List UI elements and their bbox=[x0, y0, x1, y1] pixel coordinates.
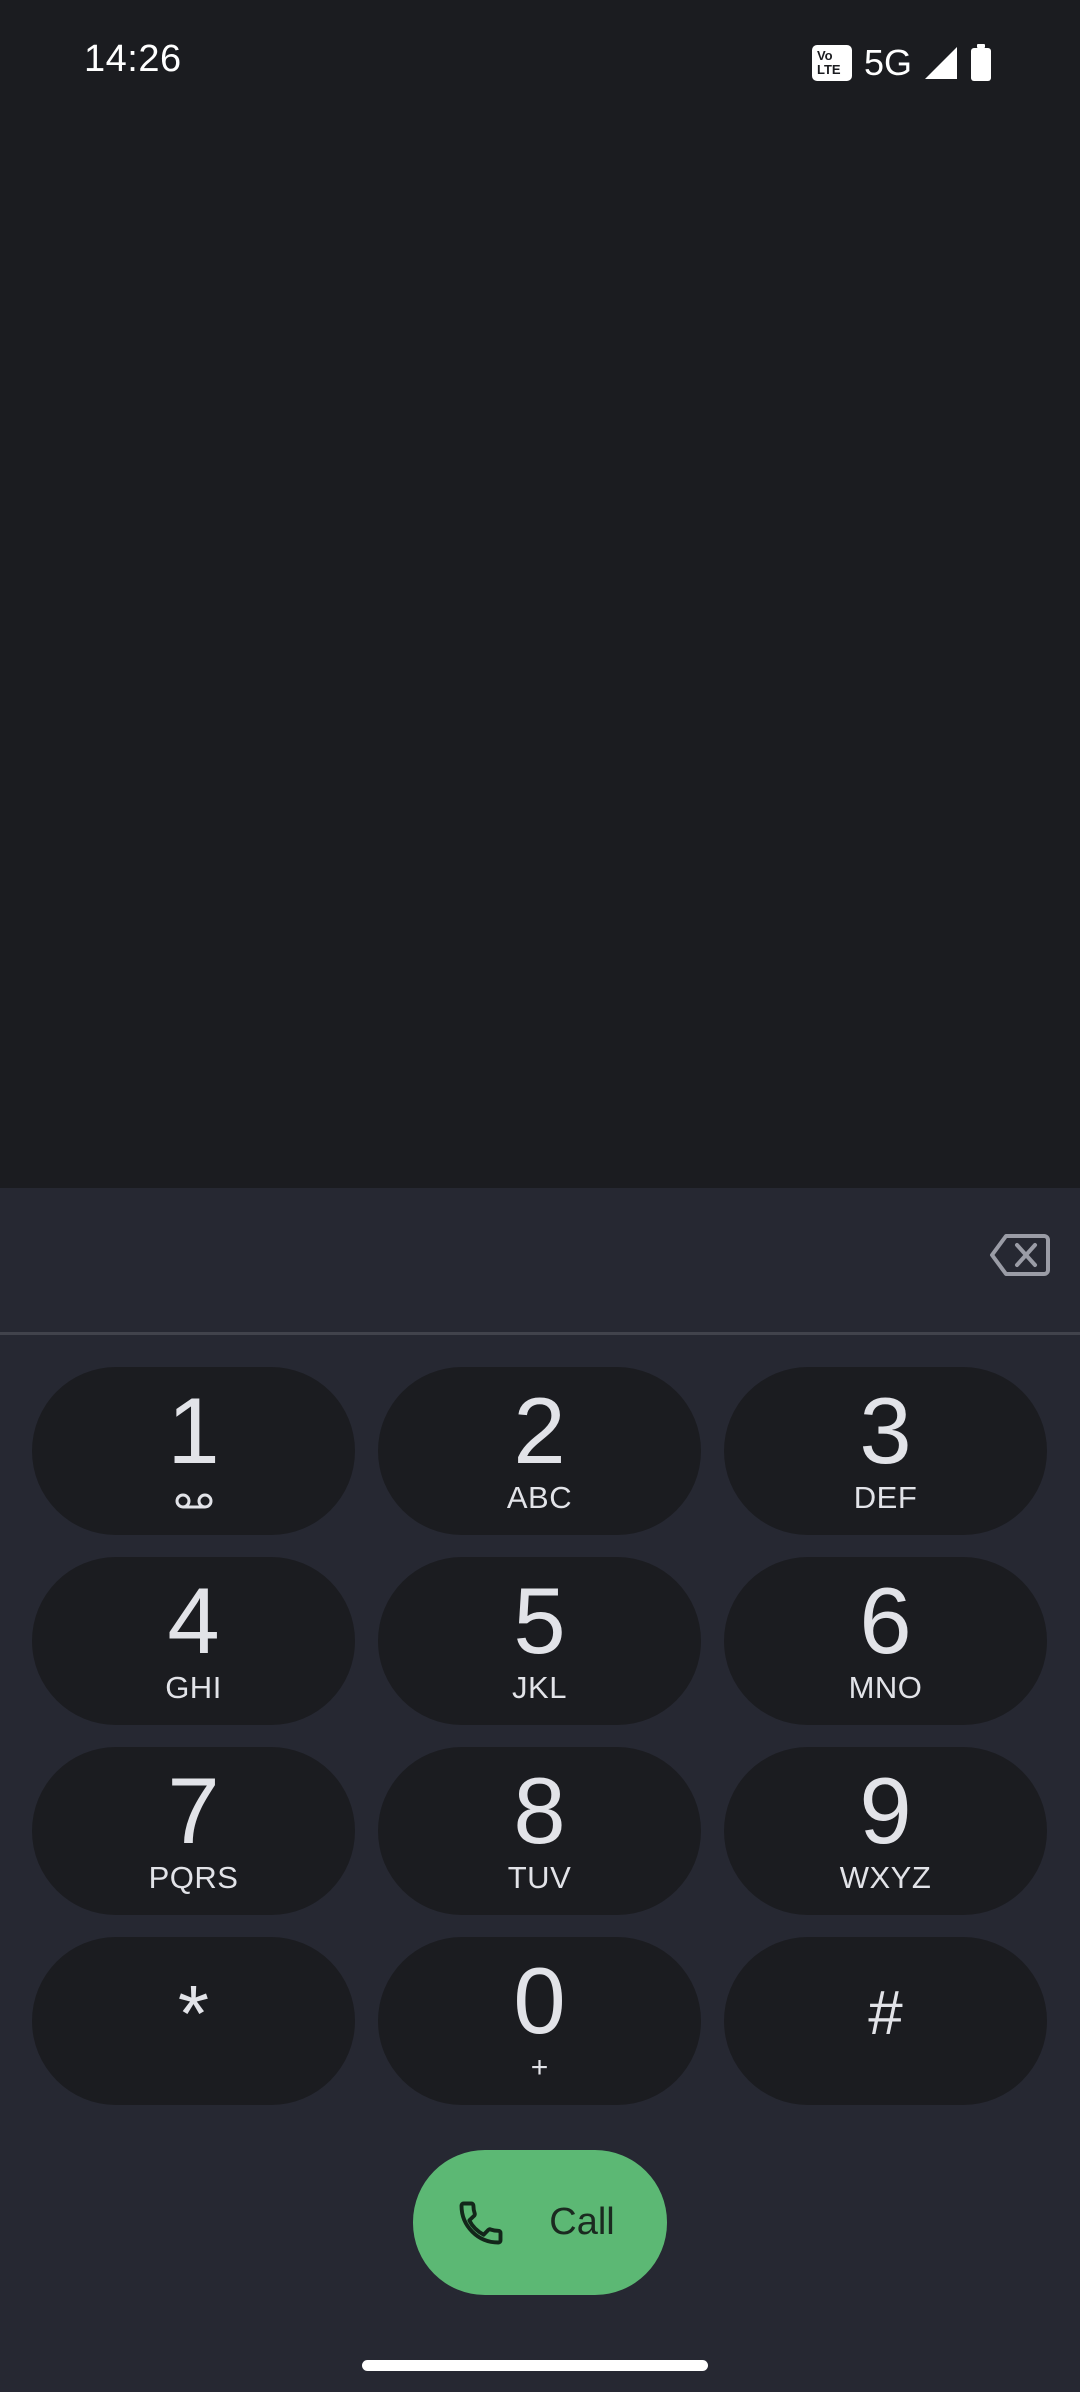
navigation-handle[interactable] bbox=[362, 2360, 708, 2371]
key-letters: TUV bbox=[507, 1860, 572, 1895]
key-1[interactable]: 1 bbox=[32, 1367, 355, 1535]
key-digit: # bbox=[868, 1979, 903, 2048]
backspace-button[interactable] bbox=[990, 1230, 1050, 1280]
key-letters: + bbox=[530, 2051, 549, 2084]
key-letters: ABC bbox=[506, 1480, 573, 1515]
key-3[interactable]: 3 DEF bbox=[724, 1367, 1047, 1535]
key-7[interactable]: 7 PQRS bbox=[32, 1747, 355, 1915]
network-type: 5G bbox=[863, 42, 912, 83]
key-digit: 3 bbox=[859, 1378, 912, 1483]
number-row bbox=[0, 1188, 1080, 1332]
status-bar: 14:26 Vo LTE 5G bbox=[0, 0, 1080, 125]
signal-icon bbox=[925, 47, 957, 79]
divider bbox=[0, 1332, 1080, 1335]
key-0[interactable]: 0 + bbox=[378, 1937, 701, 2105]
key-digit: 5 bbox=[513, 1568, 566, 1673]
key-digit: 0 bbox=[513, 1948, 566, 2053]
key-digit: 8 bbox=[513, 1758, 566, 1863]
key-9[interactable]: 9 WXYZ bbox=[724, 1747, 1047, 1915]
key-digit: 4 bbox=[167, 1568, 220, 1673]
battery-icon bbox=[971, 44, 991, 81]
key-star[interactable]: * bbox=[32, 1937, 355, 2105]
key-letters: MNO bbox=[848, 1670, 923, 1705]
key-letters: PQRS bbox=[148, 1860, 239, 1895]
dialpad-panel: 1 2 ABC 3 DEF 4 GHI 5 JKL 6 MNO 7 PQRS 8… bbox=[0, 1188, 1080, 2392]
dialpad-keys: 1 2 ABC 3 DEF 4 GHI 5 JKL 6 MNO 7 PQRS 8… bbox=[32, 1367, 1048, 2105]
key-digit: * bbox=[177, 1969, 210, 2058]
volte-icon: Vo LTE bbox=[811, 45, 852, 81]
phone-number-field[interactable] bbox=[40, 1218, 940, 1298]
volte-top-text: Vo bbox=[816, 48, 833, 63]
key-digit: 7 bbox=[167, 1758, 220, 1863]
call-button[interactable]: Call bbox=[413, 2150, 667, 2295]
key-digit: 1 bbox=[167, 1378, 220, 1483]
key-letters: WXYZ bbox=[839, 1860, 932, 1895]
phone-icon bbox=[459, 2201, 503, 2244]
backspace-icon bbox=[990, 1234, 1050, 1276]
volte-bottom-text: LTE bbox=[816, 62, 841, 77]
voicemail-icon bbox=[175, 1487, 213, 1515]
key-letters: JKL bbox=[512, 1670, 567, 1705]
key-hash[interactable]: # bbox=[724, 1937, 1047, 2105]
key-6[interactable]: 6 MNO bbox=[724, 1557, 1047, 1725]
key-5[interactable]: 5 JKL bbox=[378, 1557, 701, 1725]
key-digit: 2 bbox=[513, 1378, 566, 1483]
key-4[interactable]: 4 GHI bbox=[32, 1557, 355, 1725]
key-digit: 6 bbox=[859, 1568, 912, 1673]
key-letters: GHI bbox=[165, 1670, 222, 1705]
call-label: Call bbox=[549, 2201, 615, 2243]
status-icons: Vo LTE 5G bbox=[811, 42, 992, 84]
dialer-content-area bbox=[0, 125, 1080, 1188]
key-digit: 9 bbox=[859, 1758, 912, 1863]
key-8[interactable]: 8 TUV bbox=[378, 1747, 701, 1915]
key-2[interactable]: 2 ABC bbox=[378, 1367, 701, 1535]
status-time: 14:26 bbox=[84, 38, 182, 80]
key-letters: DEF bbox=[853, 1480, 918, 1515]
